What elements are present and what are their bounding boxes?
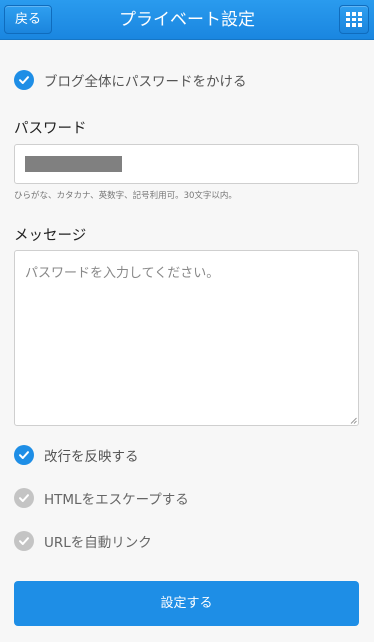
message-label: メッセージ [14, 228, 87, 244]
message-placeholder: パスワードを入力してください。 [25, 266, 220, 281]
protect-all-checkbox[interactable]: ブログ全体にパスワードをかける [14, 69, 247, 91]
back-button[interactable]: 戻る [4, 5, 52, 34]
password-redacted-value [25, 156, 122, 172]
submit-button[interactable]: 設定する [14, 581, 359, 626]
option-auto-link-checkbox[interactable]: URLを自動リンク [14, 530, 152, 552]
option-line-breaks-checkbox[interactable]: 改行を反映する [14, 444, 139, 466]
password-hint: ひらがな、カタカナ、英数字、記号利用可。30文字以内。 [14, 191, 237, 201]
grid-icon [346, 12, 362, 28]
checkmark-icon [14, 445, 34, 465]
header-bar: 戻る プライベート設定 [0, 0, 374, 40]
checkmark-icon [14, 70, 34, 90]
resize-handle-icon[interactable] [350, 417, 357, 424]
password-label: パスワード [14, 121, 87, 137]
option-escape-html-checkbox[interactable]: HTMLをエスケープする [14, 487, 189, 509]
checkmark-icon [14, 488, 34, 508]
menu-button[interactable] [339, 5, 369, 34]
page-title: プライベート設定 [119, 10, 255, 30]
option-label: 改行を反映する [44, 449, 139, 465]
password-field[interactable] [14, 144, 359, 184]
option-label: HTMLをエスケープする [44, 492, 189, 508]
protect-all-label: ブログ全体にパスワードをかける [44, 74, 247, 90]
message-textarea[interactable]: パスワードを入力してください。 [14, 250, 359, 426]
checkmark-icon [14, 531, 34, 551]
option-label: URLを自動リンク [44, 535, 152, 551]
